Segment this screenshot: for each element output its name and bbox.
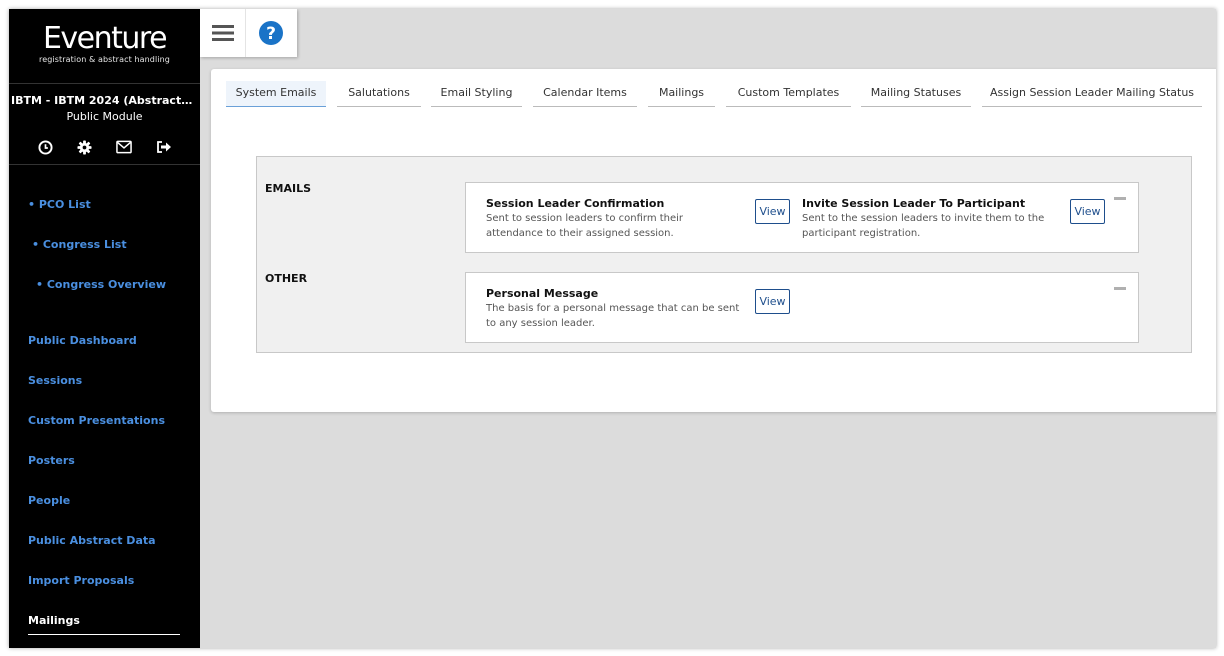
tab-custom-templates[interactable]: Custom Templates xyxy=(726,81,851,107)
sidebar: Eventure registration & abstract handlin… xyxy=(9,9,200,648)
tab-calendar-items[interactable]: Calendar Items xyxy=(533,81,637,107)
tab-salutations[interactable]: Salutations xyxy=(337,81,421,107)
main-card: System Emails Salutations Email Styling … xyxy=(211,69,1216,412)
view-button[interactable]: View xyxy=(755,289,790,314)
sidebar-item-import-proposals[interactable]: Import Proposals xyxy=(28,574,134,587)
svg-text:?: ? xyxy=(266,24,276,44)
email-title: Session Leader Confirmation xyxy=(486,197,665,210)
sidebar-icon-bar xyxy=(9,139,200,155)
tab-system-emails[interactable]: System Emails xyxy=(226,81,326,107)
sidebar-item-public-abstract-data[interactable]: Public Abstract Data xyxy=(28,534,156,547)
hamburger-menu-icon[interactable] xyxy=(200,9,246,57)
sidebar-item-congress-overview[interactable]: • Congress Overview xyxy=(36,278,166,291)
sidebar-item-congress-list[interactable]: • Congress List xyxy=(32,238,127,251)
email-description: Sent to session leaders to confirm their… xyxy=(486,213,684,239)
sidebar-item-sessions[interactable]: Sessions xyxy=(28,374,82,387)
sidebar-item-pco-list[interactable]: • PCO List xyxy=(28,198,91,211)
envelope-icon[interactable] xyxy=(116,139,133,155)
sidebar-item-custom-presentations[interactable]: Custom Presentations xyxy=(28,414,165,427)
logo-tagline: registration & abstract handling xyxy=(39,55,170,64)
sidebar-divider xyxy=(9,164,200,165)
section-label-emails: EMAILS xyxy=(265,182,311,195)
sidebar-item-mailings[interactable]: Mailings xyxy=(28,614,80,627)
logo-brand: Eventure xyxy=(42,21,168,56)
help-circle-icon[interactable]: ? xyxy=(246,9,296,57)
project-name: IBTM - IBTM 2024 (Abstracts & Par... xyxy=(11,94,200,107)
sidebar-divider xyxy=(9,83,200,84)
collapse-icon[interactable] xyxy=(1114,287,1126,290)
email-description: Sent to the session leaders to invite th… xyxy=(802,213,1045,239)
email-item: Session Leader Confirmation Sent to sess… xyxy=(486,196,726,241)
other-group: Personal Message The basis for a persona… xyxy=(465,272,1139,343)
tab-mailing-statuses[interactable]: Mailing Statuses xyxy=(861,81,971,107)
email-description: The basis for a personal message that ca… xyxy=(486,303,740,329)
emails-group: Session Leader Confirmation Sent to sess… xyxy=(465,182,1139,253)
app-window: Eventure registration & abstract handlin… xyxy=(9,9,1216,648)
tab-email-styling[interactable]: Email Styling xyxy=(431,81,522,107)
view-button[interactable]: View xyxy=(755,199,790,224)
project-info: IBTM - IBTM 2024 (Abstracts & Par... Pub… xyxy=(9,93,200,125)
sidebar-item-public-dashboard[interactable]: Public Dashboard xyxy=(28,334,137,347)
view-button[interactable]: View xyxy=(1070,199,1105,224)
logo: Eventure registration & abstract handlin… xyxy=(9,21,200,65)
collapse-icon[interactable] xyxy=(1114,197,1126,200)
email-item: Personal Message The basis for a persona… xyxy=(486,286,750,331)
sidebar-item-people[interactable]: People xyxy=(28,494,70,507)
system-emails-panel: EMAILS Session Leader Confirmation Sent … xyxy=(256,156,1192,353)
clock-icon[interactable] xyxy=(37,139,53,155)
sidebar-item-posters[interactable]: Posters xyxy=(28,454,75,467)
email-title: Invite Session Leader To Participant xyxy=(802,197,1026,210)
top-toolbar: ? xyxy=(200,9,297,57)
section-label-other: OTHER xyxy=(265,272,308,285)
sign-out-icon[interactable] xyxy=(156,139,172,155)
active-item-underline xyxy=(28,634,180,635)
email-item: Invite Session Leader To Participant Sen… xyxy=(802,196,1058,241)
gear-icon[interactable] xyxy=(77,139,93,155)
module-name: Public Module xyxy=(66,110,143,123)
tab-assign-session-leader-mailing-status[interactable]: Assign Session Leader Mailing Status xyxy=(982,81,1202,107)
tab-mailings[interactable]: Mailings xyxy=(648,81,715,107)
email-title: Personal Message xyxy=(486,287,599,300)
